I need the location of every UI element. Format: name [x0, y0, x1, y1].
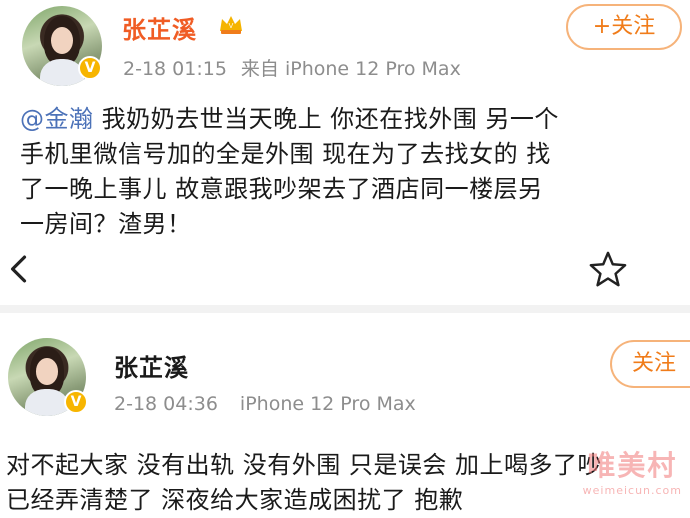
post-source: iPhone 12 Pro Max: [239, 393, 416, 415]
svg-text:V: V: [229, 23, 234, 30]
content-line-4: 一房间？渣男！: [20, 210, 192, 238]
mention-link[interactable]: @金瀚: [20, 105, 94, 133]
post-meta: 2-18 04:36 iPhone 12 Pro Max: [114, 393, 430, 415]
verified-badge-icon: V: [64, 390, 88, 414]
crown-icon: V: [220, 16, 242, 34]
author-name[interactable]: 张芷溪: [114, 348, 189, 383]
follow-button[interactable]: +关注: [566, 4, 682, 50]
watermark-cn: 唯美村: [587, 449, 678, 482]
weibo-post-1: V 张芷溪 V 2-18 01:15 来自 iPhone 12 Pro Max +…: [0, 0, 690, 246]
back-arrow-icon[interactable]: [8, 254, 30, 284]
post-date: 2-18 04:36: [114, 393, 218, 415]
post-content: @金瀚 我奶奶去世当天晚上 你还在找外围 另一个 手机里微信号加的全是外围 现在…: [20, 102, 680, 242]
content-line-3: 了一晚上事儿 故意跟我吵架去了酒店同一楼层另: [20, 175, 543, 203]
star-icon[interactable]: [588, 250, 628, 288]
section-divider: [0, 305, 690, 313]
post-date: 2-18 01:15: [123, 58, 227, 80]
follow-button[interactable]: 关注: [610, 340, 690, 388]
verified-badge-icon: V: [78, 56, 102, 80]
content-line-1: @金瀚 我奶奶去世当天晚上 你还在找外围 另一个: [20, 105, 559, 133]
content-line-2: 手机里微信号加的全是外围 现在为了去找女的 找: [20, 140, 551, 168]
post-meta: 2-18 01:15 来自 iPhone 12 Pro Max: [123, 54, 475, 81]
post-source: 来自 iPhone 12 Pro Max: [240, 58, 461, 80]
author-name[interactable]: 张芷溪: [122, 10, 197, 45]
site-watermark: 唯美村 weimeicun.com: [583, 444, 682, 497]
watermark-en: weimeicun.com: [582, 484, 682, 497]
